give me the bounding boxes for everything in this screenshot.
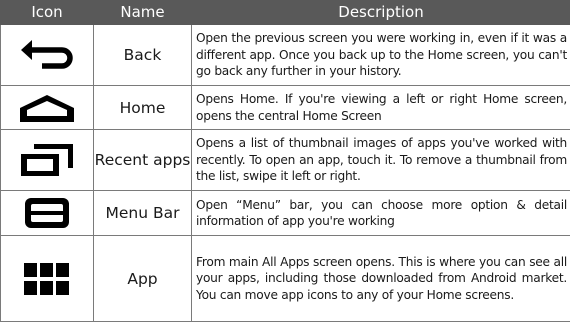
name-cell: Menu Bar xyxy=(93,190,192,236)
back-arrow-icon xyxy=(21,40,73,69)
description-cell: Opens a list of thumbnail images of apps… xyxy=(191,129,570,191)
icon-cell xyxy=(0,85,94,130)
navigation-buttons-table: Icon Name Description Back Open the prev… xyxy=(0,0,570,322)
description-cell: From main All Apps screen opens. This is… xyxy=(191,235,570,322)
header-icon: Icon xyxy=(0,0,94,25)
table-header: Icon Name Description xyxy=(0,0,570,25)
menu-bar-icon xyxy=(25,198,69,228)
name-cell: Recent apps xyxy=(93,129,192,191)
icon-cell xyxy=(0,235,94,322)
description-cell: Open “Menu” bar, you can choose more opt… xyxy=(191,190,570,236)
description-cell: Open the previous screen you were workin… xyxy=(191,24,570,86)
table-row-recent-apps: Recent apps Opens a list of thumbnail im… xyxy=(0,129,570,191)
icon-cell xyxy=(0,24,94,86)
description-cell: Opens Home. If you're viewing a left or … xyxy=(191,85,570,130)
app-grid-icon xyxy=(24,262,69,295)
home-icon xyxy=(20,94,74,122)
header-row: Icon Name Description xyxy=(0,0,570,25)
header-description: Description xyxy=(191,0,570,25)
name-cell: App xyxy=(93,235,192,322)
name-cell: Back xyxy=(93,24,192,86)
recent-apps-icon xyxy=(21,144,73,176)
table-row-back: Back Open the previous screen you were w… xyxy=(0,24,570,86)
icon-cell xyxy=(0,129,94,191)
table-row-app: App From main All Apps screen opens. Thi… xyxy=(0,235,570,322)
icon-cell xyxy=(0,190,94,236)
header-name: Name xyxy=(93,0,192,25)
table-row-home: Home Opens Home. If you're viewing a lef… xyxy=(0,85,570,130)
table-row-menu-bar: Menu Bar Open “Menu” bar, you can choose… xyxy=(0,190,570,236)
name-cell: Home xyxy=(93,85,192,130)
